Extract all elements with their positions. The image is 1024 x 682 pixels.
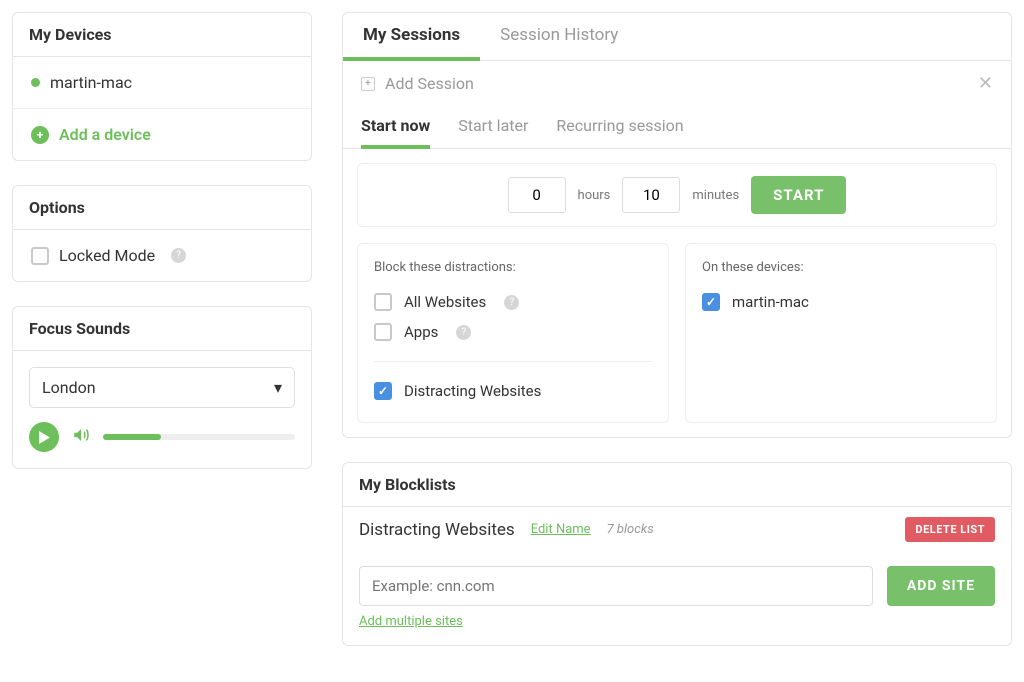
help-icon[interactable]: ? [171, 248, 186, 263]
add-device-button[interactable]: + Add a device [13, 109, 311, 160]
add-session-button[interactable]: + Add Session [361, 74, 474, 93]
device-row[interactable]: martin-mac [13, 57, 311, 109]
apps-label: Apps [404, 323, 438, 341]
blocks-count: 7 blocks [607, 522, 654, 537]
device-name: martin-mac [50, 73, 132, 92]
apps-checkbox[interactable] [374, 323, 392, 341]
blocklists-card: My Blocklists Distracting Websites Edit … [342, 462, 1012, 646]
options-card: Options Locked Mode ? [12, 185, 312, 282]
tab-my-sessions[interactable]: My Sessions [343, 13, 480, 61]
sound-select[interactable]: London ▾ [29, 367, 295, 408]
focus-sounds-card: Focus Sounds London ▾ [12, 306, 312, 469]
devices-panel: On these devices: martin-mac [685, 243, 997, 423]
play-icon [39, 431, 50, 444]
hours-label: hours [578, 188, 611, 203]
device-checkbox[interactable] [702, 293, 720, 311]
plus-icon: + [31, 126, 49, 144]
tabs-top: My Sessions Session History [343, 13, 1011, 61]
focus-sounds-header: Focus Sounds [13, 307, 311, 351]
my-devices-header: My Devices [13, 13, 311, 57]
help-icon[interactable]: ? [504, 295, 519, 310]
add-site-button[interactable]: ADD SITE [887, 566, 995, 606]
hours-input[interactable] [508, 177, 566, 213]
close-icon[interactable]: ✕ [978, 73, 993, 94]
time-row: hours minutes START [357, 163, 997, 227]
tab-session-history[interactable]: Session History [480, 13, 638, 60]
sound-selected: London [42, 378, 96, 397]
device-label: martin-mac [732, 293, 809, 311]
all-websites-checkbox[interactable] [374, 293, 392, 311]
add-device-label: Add a device [59, 125, 151, 144]
delete-list-button[interactable]: DELETE LIST [905, 517, 995, 542]
volume-fill [103, 434, 161, 440]
locked-mode-checkbox[interactable] [31, 247, 49, 265]
minutes-label: minutes [692, 188, 739, 203]
tabs-sub: Start now Start later Recurring session [343, 106, 1011, 149]
blocklists-header: My Blocklists [343, 463, 1011, 507]
tab-start-later[interactable]: Start later [458, 106, 528, 148]
help-icon[interactable]: ? [456, 325, 471, 340]
status-dot-icon [31, 78, 40, 87]
devices-title: On these devices: [702, 260, 980, 275]
plus-icon: + [361, 77, 375, 91]
block-title: Block these distractions: [374, 260, 652, 275]
distracting-label: Distracting Websites [404, 382, 541, 400]
distracting-checkbox[interactable] [374, 382, 392, 400]
site-input[interactable] [359, 566, 873, 606]
locked-mode-row: Locked Mode ? [13, 230, 311, 281]
add-session-label: Add Session [385, 74, 474, 93]
blocklist-name: Distracting Websites [359, 520, 515, 540]
options-header: Options [13, 186, 311, 230]
minutes-input[interactable] [622, 177, 680, 213]
distractions-panel: Block these distractions: All Websites ?… [357, 243, 669, 423]
tab-recurring[interactable]: Recurring session [556, 106, 683, 148]
locked-mode-label: Locked Mode [59, 246, 155, 265]
play-button[interactable] [29, 422, 59, 452]
add-multiple-link[interactable]: Add multiple sites [343, 610, 1011, 645]
sessions-card: My Sessions Session History + Add Sessio… [342, 12, 1012, 438]
start-button[interactable]: START [751, 176, 846, 214]
chevron-down-icon: ▾ [274, 378, 282, 397]
my-devices-card: My Devices martin-mac + Add a device [12, 12, 312, 161]
all-websites-label: All Websites [404, 293, 486, 311]
edit-name-link[interactable]: Edit Name [531, 522, 591, 537]
tab-start-now[interactable]: Start now [361, 106, 430, 149]
speaker-icon[interactable] [71, 426, 91, 448]
volume-slider[interactable] [103, 434, 295, 440]
